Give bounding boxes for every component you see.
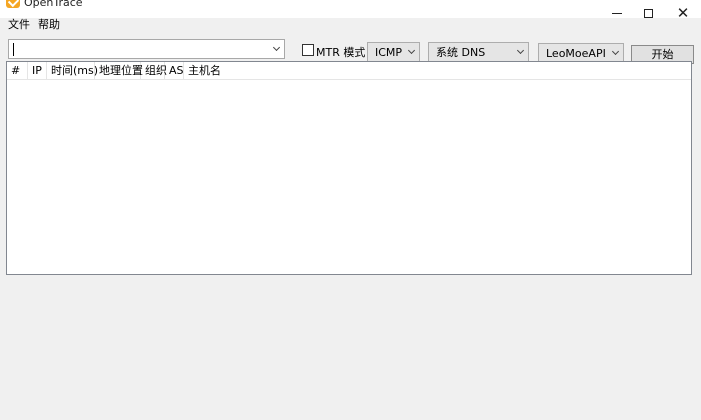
app-logo-icon xyxy=(6,0,20,8)
dns-value: 系统 DNS xyxy=(436,46,486,59)
results-table[interactable]: # IP 时间(ms) 地理位置 组织 AS 主机名 xyxy=(6,61,692,275)
menu-file[interactable]: 文件 xyxy=(8,16,30,32)
column-header-hop[interactable]: # xyxy=(7,62,28,80)
window-title: OpenTrace xyxy=(24,0,83,9)
chevron-down-icon xyxy=(516,46,525,55)
chevron-down-icon xyxy=(611,47,620,56)
geo-api-value: LeoMoeAPI xyxy=(546,47,606,60)
column-header-ip[interactable]: IP xyxy=(28,62,47,80)
mtr-mode-checkbox[interactable] xyxy=(302,44,314,56)
protocol-select[interactable]: ICMP xyxy=(367,42,420,63)
column-header-location[interactable]: 地理位置 xyxy=(95,62,143,80)
chevron-down-icon xyxy=(407,46,416,55)
dns-select[interactable]: 系统 DNS xyxy=(428,42,529,63)
opentrace-window: OpenTrace ✕ 文件 帮助 MTR 模式 ICMP 系统 DNS Leo… xyxy=(0,0,701,420)
mtr-mode-label[interactable]: MTR 模式 xyxy=(316,44,365,60)
menu-help[interactable]: 帮助 xyxy=(38,16,60,32)
column-header-as[interactable]: AS xyxy=(165,62,184,80)
table-header: # IP 时间(ms) 地理位置 组织 AS 主机名 xyxy=(7,62,691,80)
menu-bar: 文件 帮助 xyxy=(0,14,701,32)
column-header-time[interactable]: 时间(ms) xyxy=(47,62,98,80)
protocol-value: ICMP xyxy=(375,46,403,59)
target-host-combobox[interactable] xyxy=(8,39,285,59)
column-header-organization[interactable]: 组织 xyxy=(141,62,167,80)
column-header-hostname[interactable]: 主机名 xyxy=(184,62,221,80)
text-caret xyxy=(13,43,14,56)
chevron-down-icon[interactable] xyxy=(272,43,281,52)
